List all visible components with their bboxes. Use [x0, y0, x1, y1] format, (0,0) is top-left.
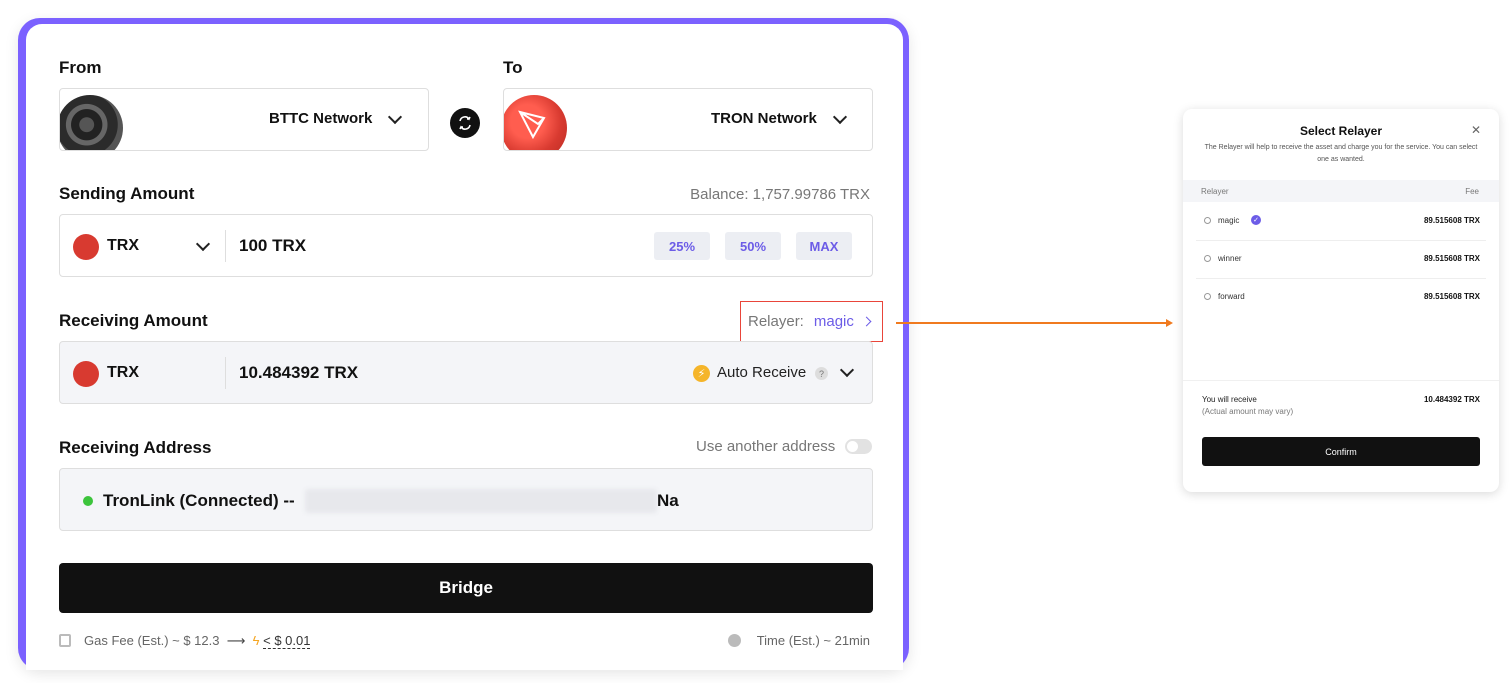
trx-token-icon [73, 361, 99, 387]
relayer-fee: 89.515608 TRX [1423, 292, 1480, 301]
relayer-label: Relayer: [748, 313, 804, 330]
to-network-select[interactable]: TRON Network [503, 88, 873, 151]
confirm-button[interactable]: Confirm [1202, 437, 1480, 466]
from-network-name: BTTC Network [269, 110, 373, 127]
check-icon: ✓ [1251, 215, 1261, 225]
bttc-logo-icon [60, 95, 123, 150]
to-network-name: TRON Network [711, 110, 817, 127]
receiving-address-box: TronLink (Connected) -- Na [59, 468, 873, 531]
use-another-address-label: Use another address [696, 438, 836, 455]
user-icon [1204, 255, 1211, 262]
sending-token-select[interactable]: TRX [107, 237, 139, 255]
relayer-fee: 89.515608 TRX [1423, 254, 1480, 263]
select-relayer-modal: Select Relayer ✕ The Relayer will help t… [1183, 109, 1499, 492]
gas-fee-row: Gas Fee (Est.) ~ $ 12.3 ⟶ ϟ < $ 0.01 [84, 633, 311, 649]
use-another-address-toggle[interactable] [845, 439, 872, 454]
annotation-arrow-head [1166, 319, 1173, 327]
preset-25-button[interactable]: 25% [654, 232, 710, 260]
user-icon [1204, 293, 1211, 300]
receiving-amount-label: Receiving Amount [59, 311, 208, 330]
modal-description: The Relayer will help to receive the ass… [1204, 144, 1478, 163]
relayer-name: magic [1218, 216, 1240, 225]
help-icon[interactable]: ? [815, 367, 828, 380]
auto-receive-label[interactable]: Auto Receive [717, 364, 806, 381]
preset-max-button[interactable]: MAX [796, 232, 852, 260]
receiving-amount-value: 10.484392 TRX [239, 363, 359, 382]
address-redacted [305, 489, 657, 513]
bridge-card: From To BTTC Network TRON Network Sendin… [26, 24, 903, 670]
relayer-row-winner[interactable]: winner 89.515608 TRX [1196, 241, 1486, 279]
from-label: From [59, 58, 102, 77]
bridge-card-frame: From To BTTC Network TRON Network Sendin… [18, 18, 909, 670]
receive-sub-label: (Actual amount may vary) [1202, 407, 1294, 416]
receive-label: You will receive [1202, 395, 1257, 404]
receiving-token: TRX [107, 364, 139, 381]
sending-amount-box: TRX 100 TRX 25% 50% MAX [59, 214, 873, 277]
address-end-text: Na [657, 491, 679, 510]
divider [1183, 380, 1499, 381]
modal-title: Select Relayer [1299, 124, 1383, 138]
col-relayer: Relayer [1201, 187, 1229, 196]
toggle-knob [847, 441, 858, 452]
chevron-down-icon [832, 109, 848, 125]
receive-value: 10.484392 TRX [1423, 395, 1480, 404]
chevron-down-icon[interactable] [839, 362, 855, 378]
gas-fee-text: Gas Fee (Est.) ~ $ 12.3 [84, 633, 220, 648]
arrow-right-icon: ⟶ [223, 633, 249, 648]
balance-text: Balance: 1,757.99786 TRX [690, 186, 870, 203]
swap-icon [459, 116, 471, 130]
wallet-status-text: TronLink (Connected) -- [103, 491, 295, 510]
bridge-button[interactable]: Bridge [59, 563, 873, 613]
relayer-name: winner [1218, 254, 1242, 263]
close-icon[interactable]: ✕ [1471, 123, 1481, 137]
from-network-select[interactable]: BTTC Network [59, 88, 429, 151]
annotation-arrow-line [896, 322, 1168, 324]
relayer-fee: 89.515608 TRX [1423, 216, 1480, 225]
time-estimate-text: Time (Est.) ~ 21min [756, 633, 870, 648]
relayer-row-forward[interactable]: forward 89.515608 TRX [1196, 279, 1486, 317]
gas-pump-icon [59, 634, 71, 647]
preset-50-button[interactable]: 50% [725, 232, 781, 260]
receiving-address-label: Receiving Address [59, 438, 212, 457]
chevron-down-icon[interactable] [195, 236, 211, 252]
chevron-right-icon [861, 316, 872, 327]
relayer-selector[interactable]: Relayer: magic [740, 301, 883, 342]
tron-mark-icon [518, 110, 546, 140]
chevron-down-icon [387, 109, 403, 125]
clock-icon [728, 634, 741, 647]
bolt-icon: ⚡ [693, 365, 710, 382]
relayer-row-magic[interactable]: magic ✓ 89.515608 TRX [1196, 203, 1486, 241]
swap-networks-button[interactable] [450, 108, 480, 138]
col-fee: Fee [1465, 187, 1479, 196]
divider [225, 230, 226, 262]
gas-fee-discount[interactable]: < $ 0.01 [263, 633, 311, 649]
user-icon [1204, 217, 1211, 224]
relayer-name: forward [1218, 292, 1245, 301]
relayer-table-header: Relayer Fee [1183, 180, 1499, 202]
connected-status-icon [83, 496, 93, 506]
to-label: To [503, 58, 523, 77]
divider [225, 357, 226, 389]
receiving-amount-box: TRX 10.484392 TRX ⚡ Auto Receive ? [59, 341, 873, 404]
sending-amount-input[interactable]: 100 TRX [239, 236, 306, 256]
relayer-value[interactable]: magic [814, 313, 854, 330]
bolt-icon: ϟ [252, 633, 260, 648]
trx-token-icon [73, 234, 99, 260]
sending-amount-label: Sending Amount [59, 184, 195, 203]
